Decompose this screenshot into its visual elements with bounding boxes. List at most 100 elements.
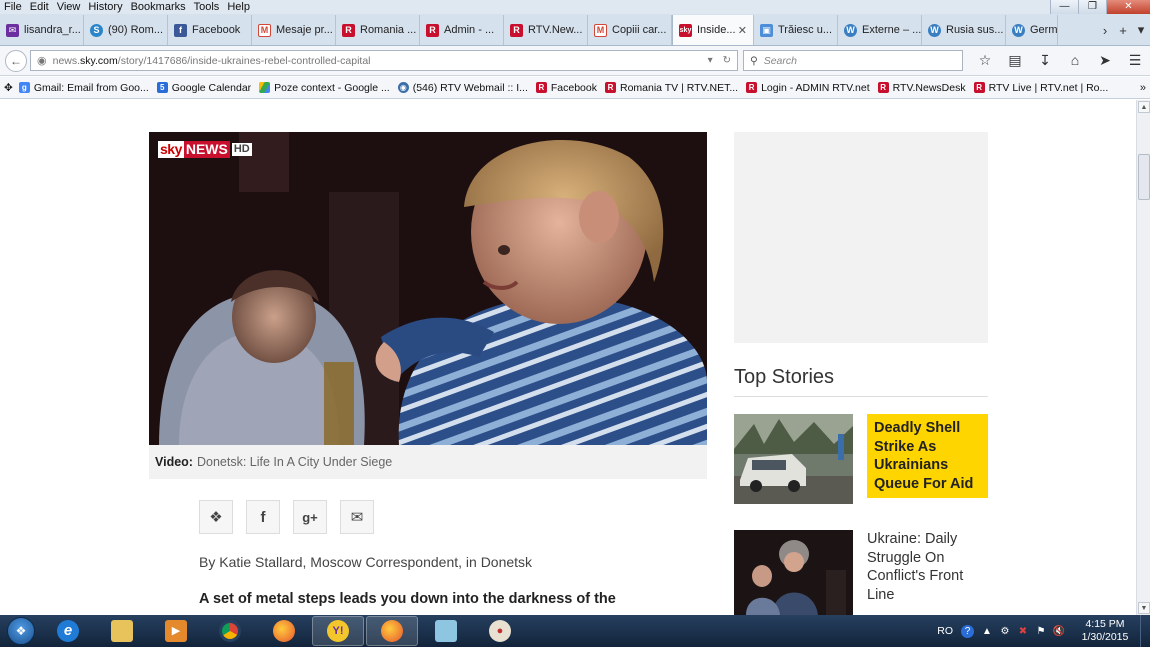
bookmark-star-icon[interactable]: ☆	[970, 50, 1000, 71]
send-icon[interactable]: ➤	[1090, 50, 1120, 71]
network-warning-icon[interactable]: ✖	[1014, 626, 1032, 637]
bookmark-facebook[interactable]: R Facebook	[535, 81, 597, 94]
bookmark-rtv-webmail[interactable]: ◉ (546) RTV Webmail :: I...	[397, 82, 528, 94]
tab-inside-ukraine-active[interactable]: sky Inside... ✕	[672, 15, 754, 45]
top-story-item[interactable]: Deadly Shell Strike As Ukrainians Queue …	[734, 414, 988, 504]
story-headline[interactable]: Deadly Shell Strike As Ukrainians Queue …	[867, 414, 988, 498]
home-icon[interactable]: ⌂	[1060, 50, 1090, 71]
tab-1[interactable]: ✉ lisandra_r...	[0, 15, 84, 45]
menu-tools[interactable]: Tools	[190, 0, 224, 14]
taskbar-firefox-open[interactable]	[366, 616, 418, 646]
menu-file[interactable]: File	[0, 0, 26, 14]
menu-view[interactable]: View	[53, 0, 85, 14]
taskbar-chrome[interactable]	[204, 616, 256, 646]
email-share-button[interactable]: ✉	[340, 500, 374, 534]
gmail-icon: M	[258, 23, 271, 37]
rtv-icon: R	[342, 23, 355, 37]
tab-13[interactable]: W Germ	[1006, 15, 1058, 45]
help-icon[interactable]: ?	[961, 624, 974, 638]
top-story-item[interactable]: Ukraine: Daily Struggle On Conflict's Fr…	[734, 530, 988, 615]
sky-news-icon: sky	[679, 23, 692, 37]
url-bar[interactable]: ◉ news.sky.com/story/1417686/inside-ukra…	[30, 50, 738, 71]
bookmark-label: Gmail: Email from Goo...	[33, 81, 149, 94]
logo-news: NEWS	[183, 141, 230, 158]
taskbar-firefox[interactable]	[258, 616, 310, 646]
video-frame-image	[149, 132, 707, 445]
bookmark-romania-tv[interactable]: R Romania TV | RTV.NET...	[605, 82, 738, 94]
language-indicator[interactable]: RO	[937, 625, 953, 637]
menu-help[interactable]: Help	[223, 0, 254, 14]
scrollbar-thumb[interactable]	[1138, 154, 1150, 200]
menu-icon[interactable]: ☰	[1120, 50, 1150, 71]
tab-2[interactable]: S (90) Rom...	[84, 15, 168, 45]
tab-7[interactable]: R RTV.New...	[504, 15, 588, 45]
bookmark-login-admin[interactable]: R Login - ADMIN RTV.net	[746, 82, 870, 94]
twitter-share-button[interactable]: ❖	[199, 500, 233, 534]
tray-app-icon[interactable]: ⚙	[996, 626, 1014, 637]
share-buttons: ❖ f g+ ✉	[199, 500, 374, 534]
maximize-button[interactable]: ❐	[1078, 0, 1106, 14]
tab-4[interactable]: M Mesaje pr...	[252, 15, 336, 45]
tab-10[interactable]: ▣ Trăiesc u...	[754, 15, 838, 45]
tab-5[interactable]: R Romania ...	[336, 15, 420, 45]
page-scrollbar[interactable]: ▲ ▼	[1136, 100, 1150, 615]
minimize-button[interactable]: —	[1050, 0, 1078, 14]
taskbar-media-player[interactable]: ▶	[150, 616, 202, 646]
dropdown-arrow-icon[interactable]: ▾	[708, 55, 713, 66]
menu-bookmarks[interactable]: Bookmarks	[127, 0, 190, 14]
scroll-tabs-right-icon[interactable]: ›	[1096, 23, 1114, 38]
download-icon[interactable]: ↧	[1030, 50, 1060, 71]
menu-edit[interactable]: Edit	[26, 0, 53, 14]
close-window-button[interactable]: ✕	[1106, 0, 1150, 14]
clipboard-icon[interactable]: ▤	[1000, 50, 1030, 71]
bookmark-rtv-live[interactable]: R RTV Live | RTV.net | Ro...	[973, 82, 1108, 94]
bookmark-poze-context[interactable]: Poze context - Google ...	[259, 82, 390, 94]
window-controls: — ❐ ✕	[1050, 0, 1150, 14]
bookmark-google-calendar[interactable]: 5 Google Calendar	[156, 82, 251, 94]
gmail-icon: M	[594, 23, 607, 37]
search-input[interactable]: ⚲ Search	[743, 50, 963, 71]
scroll-down-icon[interactable]: ▼	[1138, 602, 1150, 614]
taskbar-yahoo-messenger[interactable]: Y!	[312, 616, 364, 646]
tab-6[interactable]: R Admin - ...	[420, 15, 504, 45]
tab-11[interactable]: W Externe – ...	[838, 15, 922, 45]
bookmark-rtv-newsdesk[interactable]: R RTV.NewsDesk	[877, 82, 966, 94]
reload-icon[interactable]: ↻	[723, 55, 731, 66]
tab-8[interactable]: M Copiii car...	[588, 15, 672, 45]
twitter-icon: ❖	[209, 509, 223, 526]
clock-time: 4:15 PM	[1085, 618, 1125, 630]
system-tray: RO ? ▲ ⚙ ✖ ⚑ 🔇 4:15 PM 1/30/2015	[937, 615, 1150, 647]
list-tabs-icon[interactable]: ▾	[1132, 22, 1150, 38]
bookmark-label: Facebook	[550, 81, 597, 94]
taskbar-file-explorer[interactable]	[96, 616, 148, 646]
volume-muted-icon[interactable]: 🔇	[1050, 626, 1068, 637]
new-tab-icon[interactable]: +	[1114, 23, 1132, 38]
story-headline[interactable]: Ukraine: Daily Struggle On Conflict's Fr…	[867, 530, 988, 604]
bookmarks-bar: ✥ g Gmail: Email from Goo... 5 Google Cale…	[0, 77, 1150, 99]
rtv-icon: R	[746, 82, 758, 93]
story-thumbnail[interactable]	[734, 414, 853, 504]
google-icon: g	[18, 82, 30, 93]
google-plus-share-button[interactable]: g+	[293, 500, 327, 534]
menu-history[interactable]: History	[84, 0, 126, 14]
video-player[interactable]: sky NEWS HD	[149, 132, 707, 445]
show-hidden-icons-icon[interactable]: ▲	[978, 626, 996, 637]
back-button[interactable]: ←	[5, 49, 27, 72]
show-desktop-button[interactable]	[1140, 615, 1150, 647]
flag-icon[interactable]: ⚑	[1032, 626, 1050, 637]
taskbar-paint[interactable]: ●	[474, 616, 526, 646]
scroll-up-icon[interactable]: ▲	[1138, 101, 1150, 113]
bookmark-gmail[interactable]: g Gmail: Email from Goo...	[18, 81, 149, 94]
logo-hd: HD	[231, 143, 252, 156]
story-thumbnail[interactable]	[734, 530, 853, 615]
start-button[interactable]: ❖	[0, 615, 42, 647]
more-bookmarks-icon[interactable]: »	[1140, 77, 1146, 98]
sky-news-hd-logo: sky NEWS HD	[158, 141, 252, 158]
taskbar-notes[interactable]	[420, 616, 472, 646]
facebook-share-button[interactable]: f	[246, 500, 280, 534]
close-tab-icon[interactable]: ✕	[738, 24, 747, 37]
tab-12[interactable]: W Rusia sus...	[922, 15, 1006, 45]
system-clock[interactable]: 4:15 PM 1/30/2015	[1076, 618, 1134, 644]
taskbar-internet-explorer[interactable]: e	[42, 616, 94, 646]
tab-3[interactable]: f Facebook	[168, 15, 252, 45]
